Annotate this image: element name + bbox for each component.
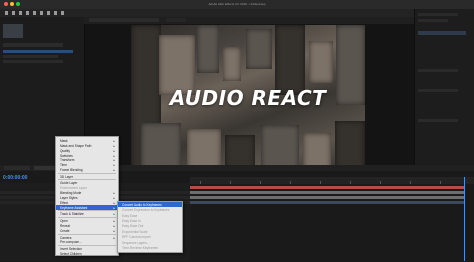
menu-item[interactable]: Invert Selection — [60, 247, 82, 251]
menu-item[interactable]: Guide Layer — [60, 181, 77, 185]
menu-separator — [58, 210, 116, 211]
submenu-arrow-icon: ▸ — [113, 212, 115, 217]
submenu-item[interactable]: RPF Camera Import — [122, 235, 151, 239]
info-panel-row — [418, 19, 448, 22]
submenu-item[interactable]: Time-Reverse Keyframes — [122, 246, 158, 250]
menu-separator — [58, 179, 116, 180]
selection-tool-icon — [5, 11, 8, 15]
menu-separator — [58, 233, 116, 235]
menu-item[interactable]: Blending Mode — [60, 191, 81, 195]
menu-item[interactable]: Track & Stabilize — [60, 212, 84, 216]
menu-item[interactable]: Rename — [60, 257, 72, 261]
right-panels — [414, 9, 474, 181]
project-item-list — [3, 50, 73, 65]
submenu-item[interactable]: Exponential Scale — [122, 230, 148, 234]
submenu-item[interactable]: Easy Ease In — [122, 219, 141, 223]
submenu-arrow-icon: ▸ — [113, 168, 115, 173]
menu-item[interactable]: Time — [60, 163, 67, 167]
camera-tool-icon — [33, 11, 36, 15]
layer-context-menu: Mask ▸ Mask and Shape Path ▸ Quality ▸ Switche… — [55, 136, 119, 261]
menu-item[interactable]: Open — [60, 219, 68, 223]
submenu-item[interactable]: Easy Ease — [122, 214, 137, 218]
layer-track-bar[interactable] — [190, 186, 464, 189]
keyframe-assistant-submenu: Convert Audio to Keyframes Convert Expres… — [117, 201, 183, 253]
submenu-item[interactable]: Sequence Layers... — [122, 241, 149, 245]
menu-item[interactable]: Select Children — [60, 252, 82, 256]
composition-tab[interactable] — [89, 18, 159, 22]
menu-item[interactable]: Frame Blending — [60, 168, 83, 172]
composition-tab-bar — [84, 17, 414, 24]
layer-tab[interactable] — [166, 18, 186, 22]
list-item[interactable] — [3, 60, 63, 63]
menu-separator — [58, 172, 116, 174]
submenu-arrow-icon: ▸ — [113, 205, 115, 210]
viewer-title-text: AUDIO REACT — [169, 86, 327, 110]
time-ruler[interactable] — [190, 177, 474, 184]
submenu-item[interactable]: Convert Audio to Keyframes — [122, 203, 162, 207]
hand-tool-icon — [12, 11, 15, 15]
shape-tool-icon — [47, 11, 50, 15]
character-panel-row — [418, 69, 458, 72]
menu-item[interactable]: Pre-compose... — [60, 240, 82, 244]
submenu-item[interactable]: Convert Expression to Keyframes — [122, 208, 169, 212]
submenu-arrow-icon: ▸ — [113, 195, 115, 200]
menu-separator — [58, 245, 116, 246]
project-thumbnail — [3, 24, 23, 38]
pen-tool-icon — [54, 11, 57, 15]
menu-item[interactable]: 3D Layer — [60, 175, 73, 179]
submenu-arrow-icon: ▸ — [113, 229, 115, 234]
submenu-arrow-icon: ▸ — [113, 148, 115, 153]
list-item[interactable] — [3, 50, 73, 53]
menu-item[interactable]: Quality — [60, 149, 70, 153]
effects-search-input[interactable] — [418, 31, 466, 35]
submenu-arrow-icon: ▸ — [113, 153, 115, 158]
layer-track-bar[interactable] — [190, 191, 464, 194]
tool-icons[interactable] — [3, 9, 123, 17]
submenu-arrow-icon: ▸ — [113, 219, 115, 224]
menu-item[interactable]: Mask — [60, 139, 68, 143]
menu-item[interactable]: Camera — [60, 236, 71, 240]
rotation-tool-icon — [26, 11, 29, 15]
menu-separator — [58, 217, 116, 218]
paragraph-panel-row — [418, 89, 458, 92]
zoom-tool-icon — [19, 11, 22, 15]
window-title: Adobe After Effects CC 2018 - Untitled.a… — [208, 2, 266, 6]
menu-item[interactable]: Switches — [60, 154, 73, 158]
layer-track-bar[interactable] — [190, 201, 464, 204]
submenu-arrow-icon: ▸ — [113, 138, 115, 143]
submenu-arrow-icon: ▸ — [113, 163, 115, 168]
layer-track-bar[interactable] — [190, 196, 464, 199]
align-panel-row — [418, 119, 458, 122]
submenu-arrow-icon: ▸ — [113, 158, 115, 163]
info-panel-row — [418, 13, 458, 16]
render-queue-tab[interactable] — [4, 166, 30, 170]
submenu-arrow-icon: ▸ — [113, 190, 115, 195]
type-tool-icon — [61, 11, 64, 15]
playhead[interactable] — [464, 177, 465, 261]
submenu-item[interactable]: Easy Ease Out — [122, 224, 143, 228]
project-search-input[interactable] — [3, 43, 63, 47]
submenu-arrow-icon: ▸ — [113, 224, 115, 229]
menu-item[interactable]: Layer Styles — [60, 196, 78, 200]
pan-behind-tool-icon — [40, 11, 43, 15]
menu-item[interactable]: Mask and Shape Path — [60, 144, 91, 148]
submenu-arrow-icon: ▸ — [113, 143, 115, 148]
menu-item[interactable]: Keyframe Assistant — [60, 206, 87, 210]
submenu-arrow-icon: ▸ — [113, 235, 115, 240]
menu-item[interactable]: Environment Layer — [60, 186, 87, 190]
menu-item[interactable]: Create — [60, 229, 70, 233]
menu-item[interactable]: Transform — [60, 158, 74, 162]
current-timecode[interactable]: 0:00:00:00 — [3, 175, 27, 181]
menu-item[interactable]: Reveal — [60, 224, 70, 228]
list-item[interactable] — [3, 55, 58, 58]
